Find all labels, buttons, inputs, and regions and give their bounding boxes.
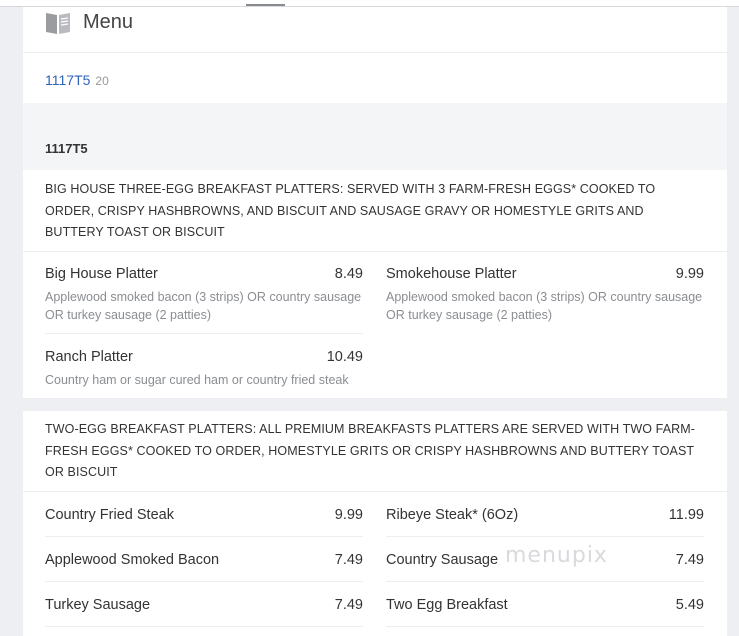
item-name: Turkey Sausage xyxy=(45,597,151,613)
active-tab-indicator xyxy=(246,4,285,6)
watermark: menupix xyxy=(505,543,608,568)
section-label-bar: 1117T5 xyxy=(23,103,727,170)
top-nav-bar xyxy=(0,0,739,7)
menu-item-count: 20 xyxy=(95,74,109,88)
item-description: Applewood smoked bacon (3 strips) OR cou… xyxy=(45,290,362,322)
item-price: 11.99 xyxy=(668,507,704,523)
item-separator xyxy=(386,626,704,627)
item-name: Ranch Platter xyxy=(45,349,133,365)
item-price: 7.49 xyxy=(675,552,704,568)
item-price: 9.99 xyxy=(675,266,704,282)
item-name: Big House Platter xyxy=(45,266,158,282)
item-separator xyxy=(45,536,363,537)
divider xyxy=(23,251,727,252)
item-description: Country ham or sugar cured ham or countr… xyxy=(45,373,349,387)
item-name: Smokehouse Platter xyxy=(386,266,517,282)
item-separator xyxy=(45,581,363,582)
menu-header-card: Menu 1117T5 20 xyxy=(23,7,727,103)
item-price: 5.49 xyxy=(675,597,704,613)
item-separator xyxy=(45,333,363,334)
item-description: Applewood smoked bacon (3 strips) OR cou… xyxy=(386,290,703,322)
item-price: 8.49 xyxy=(334,266,363,282)
item-name: Country Fried Steak xyxy=(45,507,174,523)
section-description: TWO-EGG BREAKFAST PLATTERS: ALL PREMIUM … xyxy=(45,422,696,479)
item-separator xyxy=(386,536,704,537)
item-separator xyxy=(386,581,704,582)
menu-section-three-egg: BIG HOUSE THREE-EGG BREAKFAST PLATTERS: … xyxy=(23,170,727,398)
menu-link-row: 1117T5 20 xyxy=(45,72,109,88)
item-name: Applewood Smoked Bacon xyxy=(45,552,220,568)
item-separator xyxy=(45,626,363,627)
menu-link-1117t5[interactable]: 1117T5 xyxy=(45,72,90,88)
item-name: Two Egg Breakfast xyxy=(386,597,508,613)
menu-heading: Menu xyxy=(23,7,727,53)
book-icon xyxy=(46,13,70,34)
divider xyxy=(23,491,727,492)
section-description: BIG HOUSE THREE-EGG BREAKFAST PLATTERS: … xyxy=(45,182,656,239)
item-price: 9.99 xyxy=(334,507,363,523)
menu-section-two-egg: TWO-EGG BREAKFAST PLATTERS: ALL PREMIUM … xyxy=(23,411,727,636)
item-price: 7.49 xyxy=(334,597,363,613)
item-name: Ribeye Steak* (6Oz) xyxy=(386,507,519,523)
menu-section-label: 1117T5 xyxy=(45,141,88,156)
item-price: 10.49 xyxy=(326,349,363,365)
item-price: 7.49 xyxy=(334,552,363,568)
item-name: Country Sausage xyxy=(386,552,499,568)
menu-title: Menu xyxy=(83,11,134,33)
